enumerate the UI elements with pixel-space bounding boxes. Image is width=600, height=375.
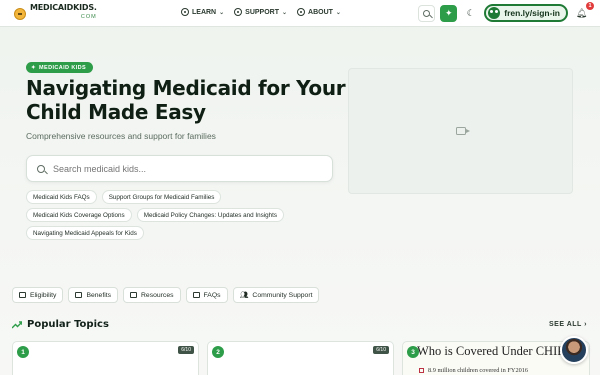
user-avatar[interactable] xyxy=(560,336,588,364)
tab-community-support-label: Community Support xyxy=(252,291,313,299)
chevron-down-icon: ⌄ xyxy=(219,9,225,16)
trending-up-icon xyxy=(12,320,22,329)
chip-appeals[interactable]: Navigating Medicaid Appeals for Kids xyxy=(26,226,144,240)
sparkle-icon: ✦ xyxy=(31,64,37,71)
card-icon xyxy=(75,292,83,298)
see-all-label: SEE ALL xyxy=(549,321,582,328)
tab-eligibility-label: Eligibility xyxy=(30,291,57,299)
nav-support-label: SUPPORT xyxy=(245,8,279,16)
page-title: Navigating Medicaid for Your Child Made … xyxy=(26,76,346,124)
suggestion-chips: Medicaid Kids FAQs Support Groups for Me… xyxy=(26,190,326,240)
sparkle-icon: ✦ xyxy=(444,7,453,18)
tab-community-support[interactable]: 👥︎ Community Support xyxy=(232,287,320,303)
search-icon xyxy=(37,164,45,173)
chip-faqs[interactable]: Medicaid Kids FAQs xyxy=(26,190,97,204)
topic-rank: 1 xyxy=(17,346,29,358)
hero-badge-label: MEDICAID KIDS xyxy=(39,64,87,71)
nav-learn-label: LEARN xyxy=(192,8,217,16)
top-header: MEDICAIDKIDS. COM LEARN ⌄ SUPPORT ⌄ ABOU… xyxy=(0,0,600,27)
compass-icon xyxy=(181,8,189,16)
logo-wordmark: MEDICAIDKIDS. COM xyxy=(30,4,97,21)
category-tabs: Eligibility Benefits Resources FAQs 👥︎ C… xyxy=(12,287,320,303)
chevron-down-icon: ⌄ xyxy=(335,9,341,16)
search-box xyxy=(26,155,333,182)
video-icon xyxy=(455,127,470,135)
nav-support[interactable]: SUPPORT ⌄ xyxy=(234,8,287,16)
sparkle-button[interactable]: ✦ xyxy=(440,4,458,22)
chip-coverage-options[interactable]: Medicaid Kids Coverage Options xyxy=(26,208,132,222)
tab-resources[interactable]: Resources xyxy=(123,287,181,303)
lifebuoy-icon xyxy=(234,8,243,16)
theme-toggle-button[interactable]: ☾ xyxy=(462,5,479,22)
smiley-logo-icon xyxy=(14,8,26,20)
topic-detail: 8.9 million children covered in FY2016 xyxy=(419,367,528,374)
hero-video-placeholder[interactable] xyxy=(348,68,573,194)
tab-benefits[interactable]: Benefits xyxy=(68,287,119,303)
card-icon xyxy=(19,292,26,298)
nav-about-label: ABOUT xyxy=(308,8,333,16)
notification-badge: 1 xyxy=(586,1,594,10)
book-icon xyxy=(192,292,200,298)
book-icon xyxy=(130,292,138,298)
popular-topics-title: Popular Topics xyxy=(27,319,109,330)
topic-card-1[interactable]: 1 6/10 xyxy=(12,341,199,375)
popular-topics-heading: Popular Topics xyxy=(12,319,109,330)
main-nav: LEARN ⌄ SUPPORT ⌄ ABOUT ⌄ xyxy=(181,8,341,16)
chip-support-groups[interactable]: Support Groups for Medicaid Families xyxy=(101,190,222,204)
tab-faqs-label: FAQs xyxy=(203,291,221,299)
notifications-button[interactable]: 🔔︎ 1 xyxy=(573,1,594,22)
tab-faqs[interactable]: FAQs xyxy=(185,287,228,303)
topic-card-2[interactable]: 2 6/10 xyxy=(207,341,394,375)
search-button[interactable] xyxy=(418,4,436,22)
sign-in-label: fren.ly/sign-in xyxy=(504,8,560,18)
tab-benefits-label: Benefits xyxy=(86,291,112,299)
topic-rank: 2 xyxy=(212,346,224,358)
search-input[interactable] xyxy=(53,163,313,174)
logo-name: MEDICAIDKIDS. xyxy=(30,3,97,12)
tab-eligibility[interactable]: Eligibility xyxy=(12,287,64,303)
bell-icon: 🔔︎ xyxy=(575,7,588,18)
help-circle-icon xyxy=(297,8,306,16)
logo-tld: COM xyxy=(80,14,97,20)
chevron-down-icon: ⌄ xyxy=(282,9,288,16)
site-logo[interactable]: MEDICAIDKIDS. COM xyxy=(14,4,97,21)
chip-policy-changes[interactable]: Medicaid Policy Changes: Updates and Ins… xyxy=(136,208,285,222)
topic-score: 6/10 xyxy=(178,346,194,354)
nav-learn[interactable]: LEARN ⌄ xyxy=(181,8,224,16)
header-actions: ✦ ☾ fren.ly/sign-in 🔔︎ 1 xyxy=(418,1,594,22)
see-all-link[interactable]: SEE ALL › xyxy=(549,321,587,328)
search-icon xyxy=(423,9,431,17)
sign-in-button[interactable]: fren.ly/sign-in xyxy=(484,4,568,22)
mascot-icon xyxy=(488,7,501,19)
chevron-right-icon: › xyxy=(584,321,587,328)
topic-score: 6/10 xyxy=(373,346,389,354)
users-icon: 👥︎ xyxy=(239,292,249,299)
topic-title: Who is Covered Under CHIP? xyxy=(417,344,570,358)
tab-resources-label: Resources xyxy=(141,291,174,299)
nav-about[interactable]: ABOUT ⌄ xyxy=(297,8,341,16)
hero-badge: ✦ MEDICAID KIDS xyxy=(26,62,94,73)
page-subtitle: Comprehensive resources and support for … xyxy=(26,131,216,141)
moon-icon: ☾ xyxy=(466,7,475,18)
